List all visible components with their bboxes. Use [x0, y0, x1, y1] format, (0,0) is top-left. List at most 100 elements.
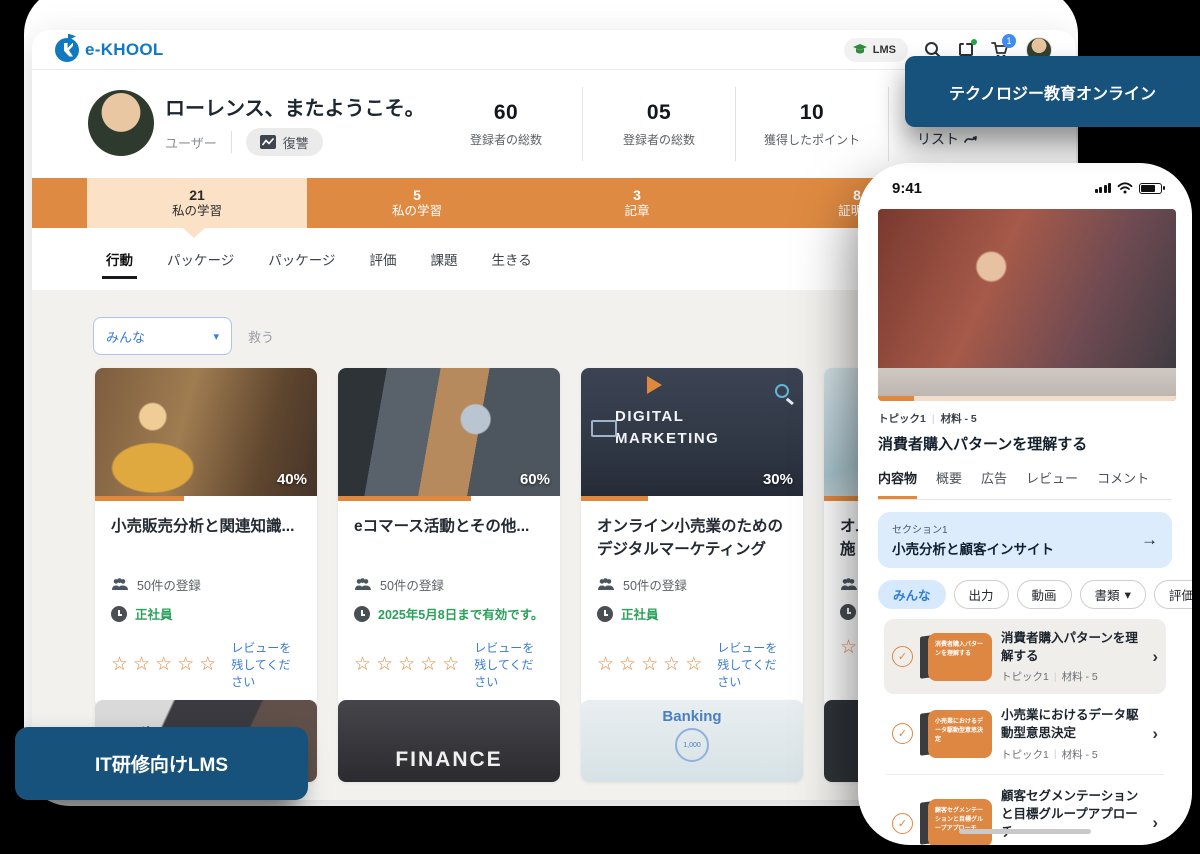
- star-icon[interactable]: ☆: [398, 654, 420, 675]
- star-icon[interactable]: ☆: [420, 654, 442, 675]
- course-card-ecommerce[interactable]: 60% eコマース活動とその他... 50件の登録 2025年5月8日まで有効で…: [338, 368, 560, 708]
- subtab-activity[interactable]: 行動: [104, 235, 135, 283]
- chip-all[interactable]: みんな: [878, 580, 946, 609]
- chip-assessment[interactable]: 評価: [1154, 580, 1192, 609]
- star-icon[interactable]: ☆: [641, 654, 663, 675]
- course-card-banking[interactable]: Banking 1,000: [581, 700, 803, 782]
- tab-contents[interactable]: 内容物: [878, 468, 917, 499]
- lesson-breadcrumb: トピック1 | 材料 - 5: [878, 411, 1172, 426]
- subtab-assignments[interactable]: 課題: [428, 235, 459, 283]
- tab-my-learning-active[interactable]: 21 私の学習: [87, 178, 307, 228]
- breadcrumb-topic: トピック1: [878, 411, 926, 426]
- lesson-title: 消費者購入パターンを理解する: [878, 433, 1172, 454]
- chevron-right-icon[interactable]: ›: [1150, 813, 1158, 833]
- rating-row: ☆☆☆☆☆ レビューを残してください: [111, 639, 301, 690]
- tab-reviews[interactable]: レビュー: [1026, 468, 1078, 499]
- home-indicator[interactable]: [959, 829, 1091, 834]
- list-link[interactable]: リスト: [889, 129, 1007, 149]
- leave-review-link[interactable]: レビューを残してください: [231, 639, 301, 690]
- chip-label: 書類: [1095, 585, 1120, 604]
- star-icon[interactable]: ☆: [133, 654, 155, 675]
- stat-label: 登録者の総数: [583, 131, 735, 148]
- chip-video[interactable]: 動画: [1017, 580, 1072, 609]
- course-card-digital-marketing[interactable]: DIGITAL MARKETING 30% オンライン小売業のためのデジタルマー…: [581, 368, 803, 708]
- filter-chips: みんな 出力 動画 書類▾ 評価: [878, 580, 1172, 609]
- course-image-text: Banking: [662, 708, 721, 725]
- star-icon[interactable]: ☆: [376, 654, 398, 675]
- course-image: 60%: [338, 368, 560, 496]
- phone-mockup: 9:41 トピック1 | 材料 - 5 消費者購入パターンを理解する 内容物 概…: [858, 163, 1192, 845]
- star-icon[interactable]: ☆: [597, 654, 619, 675]
- tab-ads[interactable]: 広告: [981, 468, 1007, 499]
- course-image-text: FINANCE: [395, 748, 502, 772]
- tab-overview[interactable]: 概要: [936, 468, 962, 499]
- enrollment-row: 50件の登録: [354, 575, 544, 594]
- star-icon[interactable]: ☆: [177, 654, 199, 675]
- hero-desk: [878, 368, 1176, 396]
- star-rating[interactable]: ☆☆☆☆☆: [111, 653, 221, 676]
- lesson-item-3[interactable]: ✓ 顧客セグメンテーションと目標グループアプローチ 顧客セグメンテーションと目標…: [886, 775, 1164, 846]
- tab-comments[interactable]: コメント: [1097, 468, 1149, 499]
- star-icon[interactable]: ☆: [663, 654, 685, 675]
- subtab-live[interactable]: 生きる: [489, 235, 533, 283]
- lms-badge[interactable]: LMS: [844, 38, 908, 62]
- stat-value: 05: [583, 101, 735, 125]
- logo-icon: [55, 38, 79, 62]
- validity-text: 正社員: [621, 604, 659, 623]
- signal-icon: [1095, 183, 1112, 193]
- validity-text: 正社員: [135, 604, 173, 623]
- lesson-tabs: 内容物 概要 広告 レビュー コメント: [878, 468, 1172, 500]
- subtab-packages-2[interactable]: パッケージ: [266, 235, 337, 283]
- leave-review-link[interactable]: レビューを残してください: [717, 639, 787, 690]
- chart-icon: [260, 135, 276, 149]
- star-icon[interactable]: ☆: [354, 654, 376, 675]
- section-title: 小売分析と顧客インサイト: [892, 538, 1054, 558]
- chevron-right-icon[interactable]: ›: [1150, 647, 1158, 667]
- subtab-assessment[interactable]: 評価: [367, 235, 398, 283]
- chevron-right-icon[interactable]: ›: [1150, 724, 1158, 744]
- star-rating[interactable]: ☆☆☆☆☆: [354, 653, 464, 676]
- app-logo[interactable]: e-KHOOL: [55, 38, 164, 62]
- tab-label: 私の学習: [172, 203, 222, 219]
- logo-text: e-KHOOL: [85, 40, 164, 60]
- chevron-down-icon: ▾: [1125, 587, 1131, 602]
- section-card[interactable]: セクション1 小売分析と顧客インサイト →: [878, 512, 1172, 568]
- course-card-finance[interactable]: FINANCE: [338, 700, 560, 782]
- filter-dropdown[interactable]: みんな ▾: [93, 317, 232, 355]
- arrow-right-icon[interactable]: →: [1141, 530, 1158, 550]
- validity-row: 2025年5月8日まで有効です。: [354, 604, 544, 623]
- divider: |: [1054, 671, 1057, 683]
- clock-icon: [840, 604, 856, 620]
- star-icon[interactable]: ☆: [619, 654, 641, 675]
- leave-review-link[interactable]: レビューを残してください: [474, 639, 544, 690]
- user-greeting: ローレンス、またようこそ。: [165, 92, 425, 121]
- lesson-item-1[interactable]: ✓ 消費者購入パターンを理解する 消費者購入パターンを理解する トピック1 | …: [884, 619, 1166, 694]
- tab-count: 21: [189, 188, 205, 203]
- tab-badges[interactable]: 3 記章: [527, 178, 747, 228]
- star-icon[interactable]: ☆: [685, 654, 707, 675]
- star-rating[interactable]: ☆☆☆☆☆: [597, 653, 707, 676]
- star-icon[interactable]: ☆: [442, 654, 464, 675]
- lesson-item-topic: トピック1: [1001, 747, 1049, 762]
- lesson-item-title: 消費者購入パターンを理解する: [1001, 629, 1141, 665]
- tab-my-learning-2[interactable]: 5 私の学習: [307, 178, 527, 228]
- subtab-packages-1[interactable]: パッケージ: [165, 235, 236, 283]
- tab-count: 5: [413, 188, 421, 203]
- star-icon[interactable]: ☆: [111, 654, 133, 675]
- lesson-item-sub: トピック1 | 材料 - 5: [1001, 747, 1141, 762]
- course-card-retail-analytics[interactable]: 40% 小売販売分析と関連知識... 50件の登録 正社員 ☆☆☆☆☆: [95, 368, 317, 708]
- star-icon[interactable]: ☆: [155, 654, 177, 675]
- progress-percent-label: 30%: [763, 471, 793, 488]
- user-subrow: ユーザー 復讐: [165, 128, 323, 156]
- user-avatar[interactable]: [88, 90, 154, 156]
- chip-output[interactable]: 出力: [954, 580, 1009, 609]
- stat-value: 10: [736, 101, 888, 125]
- enrollment-row: 50件の登録: [111, 575, 301, 594]
- lesson-item-2[interactable]: ✓ 小売業におけるデータ駆動型意思決定 小売業におけるデータ駆動型意思決定 トピ…: [886, 694, 1164, 774]
- review-badge[interactable]: 復讐: [246, 128, 323, 156]
- course-image: 40%: [95, 368, 317, 496]
- breadcrumb-material: 材料 - 5: [941, 411, 977, 426]
- enrollment-row: 50件の登録: [597, 575, 787, 594]
- star-icon[interactable]: ☆: [199, 654, 221, 675]
- chip-documents[interactable]: 書類 ▾: [1080, 580, 1146, 609]
